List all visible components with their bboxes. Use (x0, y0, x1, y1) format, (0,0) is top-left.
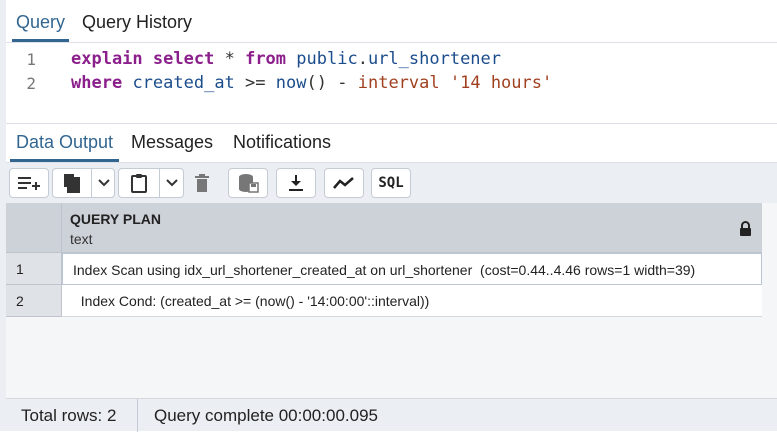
delete-row-button[interactable] (185, 168, 219, 198)
chevron-down-icon (97, 179, 110, 187)
results-toolbar: SQL (6, 163, 777, 203)
keyword: from (245, 49, 287, 69)
sql-editor[interactable]: 1 2 explain select * from public.url_sho… (6, 43, 777, 123)
chevron-down-icon (166, 179, 178, 187)
paste-options-dropdown[interactable] (160, 169, 184, 197)
line-number: 2 (26, 74, 36, 93)
sql-label: SQL (378, 175, 404, 191)
sql-button[interactable]: SQL (371, 168, 411, 198)
trash-icon (195, 174, 209, 192)
copy-icon (64, 174, 80, 193)
row-number[interactable]: 2 (6, 285, 62, 317)
identifier: public (296, 49, 358, 69)
code-line-1: explain select * from public.url_shorten… (71, 49, 501, 69)
database-save-icon (239, 174, 259, 193)
copy-button-group (52, 168, 115, 198)
tab-data-output[interactable]: Data Output (9, 124, 120, 162)
editor-tab-bar: Query Query History (6, 0, 777, 43)
paste-button[interactable] (119, 169, 159, 197)
string-literal: '14 hours' (449, 73, 553, 93)
keyword: where (71, 73, 123, 93)
keyword: interval (357, 73, 440, 93)
row-number[interactable]: 1 (6, 253, 62, 285)
divider (137, 399, 138, 432)
query-complete-status: Query complete 00:00:00.095 (154, 406, 378, 425)
line-number-gutter: 1 2 (6, 43, 56, 123)
tab-query-history[interactable]: Query History (82, 0, 192, 42)
save-data-button[interactable] (228, 168, 268, 198)
status-bar: Total rows: 2 Query complete 00:00:00.09… (6, 398, 777, 432)
grid-corner-header[interactable] (6, 203, 62, 253)
column-header-query-plan[interactable]: QUERY PLAN text (62, 203, 762, 253)
line-number: 1 (26, 50, 36, 69)
tab-notifications[interactable]: Notifications (233, 124, 331, 162)
identifier: created_at (132, 73, 235, 93)
total-rows-status: Total rows: 2 (21, 406, 117, 425)
output-tab-bar: Data Output Messages Notifications (6, 124, 777, 163)
column-type: text (70, 231, 93, 247)
clipboard-icon (131, 174, 147, 193)
tab-messages[interactable]: Messages (131, 124, 213, 162)
tab-query[interactable]: Query (11, 0, 70, 42)
copy-button[interactable] (53, 169, 91, 197)
results-grid: QUERY PLAN text 1 Index Scan using idx_u… (6, 203, 777, 398)
operator: () (306, 73, 327, 93)
table-cell[interactable]: Index Cond: (created_at >= (now() - '14:… (62, 285, 762, 317)
download-icon (289, 175, 303, 191)
download-button[interactable] (276, 168, 316, 198)
operator: * (224, 49, 235, 69)
operator: . (357, 49, 368, 69)
graph-visualiser-button[interactable] (324, 168, 364, 198)
identifier: url_shortener (367, 49, 502, 69)
copy-options-dropdown[interactable] (92, 169, 115, 197)
column-name: QUERY PLAN (70, 211, 162, 227)
lock-icon (740, 221, 751, 236)
paste-button-group (118, 168, 184, 198)
table-cell[interactable]: Index Scan using idx_url_shortener_creat… (62, 253, 762, 285)
add-row-button[interactable] (9, 168, 49, 198)
operator: >= (245, 73, 266, 93)
identifier: now (275, 73, 307, 93)
line-chart-icon (333, 177, 354, 189)
keyword: select (152, 49, 215, 69)
code-line-2: where created_at >= now() - interval '14… (71, 73, 552, 93)
keyword: explain (71, 49, 143, 69)
operator: - (337, 73, 348, 93)
add-row-icon (18, 177, 40, 190)
